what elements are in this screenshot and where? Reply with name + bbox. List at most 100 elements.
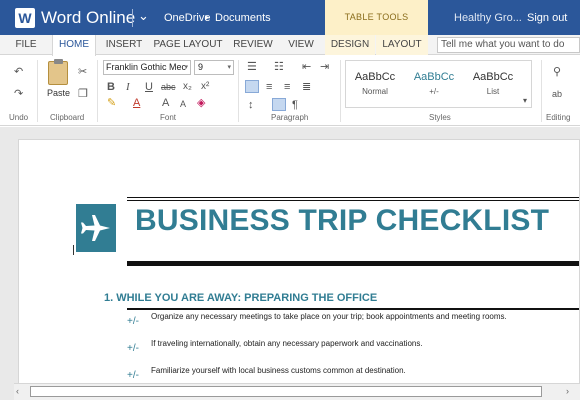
tab-home[interactable]: HOME [52,35,96,56]
style-plus-minus[interactable]: AaBbCc +/- [405,61,463,107]
checklist-mark: +/- [127,316,139,327]
title-bottom-rule [127,261,579,266]
shrink-font-icon[interactable]: A [180,98,186,110]
rtl-paragraph-icon[interactable]: ¶ [292,99,298,111]
group-label-clipboard: Clipboard [50,113,85,122]
copy-icon[interactable]: ❐ [78,88,88,100]
style-name: +/- [429,87,439,96]
tab-page-layout[interactable]: PAGE LAYOUT [152,35,224,55]
table-tools-label: TABLE TOOLS [325,0,428,35]
align-right-icon[interactable]: ≡ [284,81,290,93]
section-rule [127,308,579,310]
ribbon-home: ↶ ↷ Undo Paste ✂ ❐ Clipboard Franklin Go… [0,56,580,126]
group-label-undo: Undo [9,113,29,122]
align-center-icon[interactable]: ≡ [266,81,272,93]
document-page[interactable]: BUSINESS TRIP CHECKLIST 1. WHILE YOU ARE… [18,139,580,387]
underline-button[interactable]: U [145,81,153,93]
scroll-left-icon[interactable]: ‹ [16,386,19,396]
font-size-select[interactable]: 9 ▾ [194,60,234,75]
justify-icon[interactable]: ≣ [302,81,311,93]
tab-insert[interactable]: INSERT [102,35,146,55]
tab-review[interactable]: REVIEW [230,35,276,55]
font-name-select[interactable]: Franklin Gothic Mec ▾ [103,60,191,75]
group-label-editing: Editing [546,113,571,122]
breadcrumb-onedrive[interactable]: OneDrive [164,12,210,24]
checklist-mark: +/- [127,370,139,381]
document-canvas: BUSINESS TRIP CHECKLIST 1. WHILE YOU ARE… [0,127,580,400]
section-heading[interactable]: 1. WHILE YOU ARE AWAY: PREPARING THE OFF… [104,292,377,304]
redo-icon[interactable]: ↷ [14,88,23,100]
document-title[interactable]: BUSINESS TRIP CHECKLIST [135,204,549,238]
bullets-icon[interactable]: ☰ [247,61,257,73]
tab-layout[interactable]: LAYOUT [376,35,428,55]
ribbon-tabs: FILE HOME INSERT PAGE LAYOUT REVIEW VIEW… [0,35,580,56]
subscript-button[interactable]: x₂ [183,81,192,93]
undo-icon[interactable]: ↶ [14,66,23,78]
left-margin-strip [0,127,14,400]
bold-button[interactable]: B [107,81,115,93]
scroll-right-icon[interactable]: › [566,386,569,396]
tab-file[interactable]: FILE [8,35,44,55]
app-name[interactable]: Word Online [41,8,135,28]
checklist-text: Organize any necessary meetings to take … [151,312,507,321]
strikethrough-button[interactable]: abc [161,81,176,93]
group-divider [238,60,239,122]
paste-button[interactable]: Paste [47,88,70,98]
scrollbar-thumb[interactable] [30,386,542,397]
user-name[interactable]: Healthy Gro... [454,12,522,24]
clear-formatting-icon[interactable]: ◈ [197,97,205,109]
checklist-text: If traveling internationally, obtain any… [151,339,423,348]
group-divider [97,60,98,122]
group-divider [541,60,542,122]
style-normal[interactable]: AaBbCc Normal [346,61,404,107]
styles-gallery: AaBbCc Normal AaBbCc +/- AaBbCc List ▾ [345,60,532,108]
tab-view[interactable]: VIEW [282,35,320,55]
title-top-rule [127,197,579,201]
style-list[interactable]: AaBbCc List [464,61,522,107]
group-label-styles: Styles [429,113,451,122]
font-name-value: Franklin Gothic Mec [106,62,187,72]
word-logo-icon[interactable]: W [15,8,35,28]
group-divider [37,60,38,122]
breadcrumb-documents[interactable]: Documents [215,12,271,24]
line-spacing-icon[interactable]: ↕ [248,99,254,111]
style-name: List [486,87,500,96]
group-label-font: Font [160,113,177,122]
chevron-down-icon[interactable]: ⌄ [138,8,149,24]
highlight-icon[interactable]: ✎ [107,97,116,109]
find-icon[interactable]: ⚲ [553,66,561,78]
breadcrumb-arrow-icon: ▸ [205,12,210,22]
style-sample: AaBbCc [472,71,514,83]
ltr-paragraph-icon[interactable] [272,98,286,111]
font-color-icon[interactable]: A [133,97,140,109]
chevron-down-icon: ▾ [227,64,231,71]
airplane-icon [76,204,116,252]
align-left-icon[interactable] [245,80,259,93]
checklist-mark: +/- [127,343,139,354]
horizontal-scrollbar[interactable]: ‹ › [14,383,580,400]
tell-me-search-input[interactable]: Tell me what you want to do [437,37,580,53]
styles-more-icon[interactable]: ▾ [523,95,527,107]
grow-font-icon[interactable]: A [162,97,169,109]
replace-icon[interactable]: ab [552,88,562,100]
style-name: Normal [362,87,388,96]
title-divider [132,9,133,27]
chevron-down-icon: ▾ [184,64,188,71]
group-label-paragraph: Paragraph [271,113,309,122]
title-bar: W Word Online ⌄ OneDrive ▸ Documents TAB… [0,0,580,35]
group-divider [340,60,341,122]
word-online-window: W Word Online ⌄ OneDrive ▸ Documents TAB… [0,0,580,400]
style-sample: AaBbCc [413,71,455,83]
cut-icon[interactable]: ✂ [78,66,87,78]
sign-out-link[interactable]: Sign out [527,12,567,24]
superscript-button[interactable]: x² [201,81,209,93]
tab-design[interactable]: DESIGN [325,35,375,55]
numbering-icon[interactable]: ☷ [274,61,284,73]
font-size-value: 9 [198,62,204,72]
checklist-text: Familiarize yourself with local business… [151,366,406,375]
text-cursor [73,245,74,255]
paste-icon[interactable] [48,59,68,85]
decrease-indent-icon[interactable]: ⇤ [302,61,311,73]
increase-indent-icon[interactable]: ⇥ [320,61,329,73]
italic-button[interactable]: I [126,81,130,93]
